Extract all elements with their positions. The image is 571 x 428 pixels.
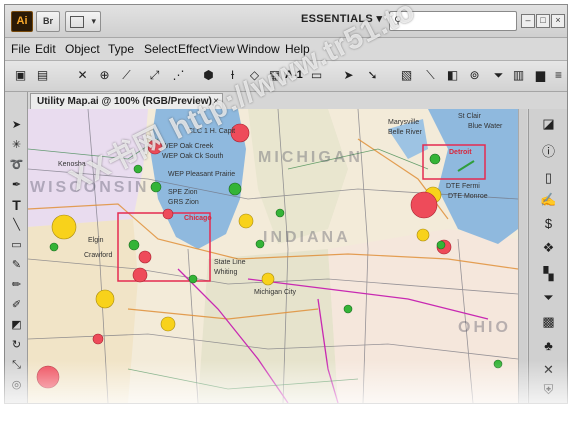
graphic-styles-icon[interactable]: ❖ bbox=[540, 239, 557, 256]
state-label-michigan: MICHIGAN bbox=[258, 149, 363, 166]
city-label-chicago: Chicago bbox=[184, 215, 212, 222]
type-tool-icon[interactable]: T bbox=[9, 198, 24, 213]
place-label: Belle River bbox=[388, 129, 422, 136]
arrange-documents-button[interactable]: ▾ bbox=[65, 11, 101, 32]
rotate-tool-icon[interactable]: ↻ bbox=[9, 338, 24, 353]
convert-anchor-icon[interactable]: ✕ bbox=[75, 68, 90, 83]
blob-brush-icon[interactable]: ✐ bbox=[9, 298, 24, 313]
symbols-icon[interactable]: $ bbox=[540, 215, 557, 232]
vertical-scrollbar[interactable] bbox=[518, 109, 527, 403]
menu-type[interactable]: Type bbox=[108, 42, 134, 56]
city-label-detroit: Detroit bbox=[449, 149, 472, 156]
funnel-icon[interactable]: ⏷ bbox=[491, 68, 506, 83]
cut-path-icon[interactable]: ⤢ bbox=[147, 68, 162, 83]
lasso-icon[interactable]: ➰ bbox=[9, 158, 24, 173]
selection-tool-icon[interactable]: ➤ bbox=[9, 118, 24, 133]
eraser-icon[interactable]: ◩ bbox=[9, 318, 24, 333]
paintbrush-icon[interactable]: ✎ bbox=[9, 258, 24, 273]
rectangle-tool-icon[interactable]: ▭ bbox=[9, 238, 24, 253]
place-label: Blue Water bbox=[468, 123, 503, 130]
application-bar: Ai Br ▾ ESSENTIALS ▾ ⚲ – □ × bbox=[5, 5, 567, 38]
place-label: Crawford bbox=[84, 252, 113, 259]
place-label: DTE Fermi bbox=[446, 183, 480, 190]
panel-menu-icon[interactable]: ≡ bbox=[551, 68, 566, 83]
menu-file[interactable]: File bbox=[11, 42, 30, 56]
place-label: Michigan City bbox=[254, 289, 297, 296]
handles-icon[interactable]: ⊕ bbox=[97, 68, 112, 83]
pen-tool-icon[interactable]: ✒ bbox=[9, 178, 24, 193]
minimize-button[interactable]: – bbox=[521, 14, 535, 28]
menu-select[interactable]: Select bbox=[144, 42, 177, 56]
club-icon[interactable]: ♣ bbox=[540, 337, 557, 354]
document-setup-icon[interactable]: ▣ bbox=[13, 68, 28, 83]
magic-wand-icon[interactable]: ✳ bbox=[9, 138, 24, 153]
panel-dock: ◪ ⓘ ▯ ✍ $ ❖ ▚ ⏷ ▩ ♣ ✕ ⛨ bbox=[528, 109, 567, 403]
grid-icon bbox=[70, 16, 84, 28]
menu-object[interactable]: Object bbox=[65, 42, 100, 56]
brushes-icon[interactable]: ✍ bbox=[540, 191, 557, 208]
pathfinder-icon[interactable]: ▩ bbox=[540, 313, 557, 330]
graph-icon[interactable]: ▥ bbox=[511, 68, 526, 83]
cursor-icon[interactable]: ➤ bbox=[341, 68, 356, 83]
place-label: Elgin bbox=[88, 237, 104, 244]
tools-panel: ➤ ✳ ➰ ✒ T ╲ ▭ ✎ ✏ ✐ ◩ ↻ ⤡ ◎ bbox=[5, 92, 28, 403]
state-label-ohio: OHIO bbox=[458, 319, 511, 336]
place-label: State Line bbox=[214, 259, 246, 266]
state-label-indiana: INDIANA bbox=[263, 229, 351, 246]
maximize-button[interactable]: □ bbox=[536, 14, 550, 28]
place-label: GRS Zion bbox=[168, 199, 199, 206]
zoom-icon[interactable]: ⊚ bbox=[467, 68, 482, 83]
transparency-icon[interactable]: ⏷ bbox=[540, 289, 557, 306]
arrow-tool-icon[interactable]: ➘ bbox=[365, 68, 380, 83]
anchor-point-icon[interactable]: ⋰ bbox=[171, 68, 186, 83]
show-handles-icon[interactable]: ⟋ bbox=[119, 68, 134, 83]
menu-view[interactable]: View bbox=[209, 42, 235, 56]
info-icon[interactable]: ⓘ bbox=[540, 143, 557, 160]
place-label: Whiting bbox=[214, 269, 238, 276]
illustrator-logo: Ai bbox=[11, 11, 33, 32]
place-label: St Clair bbox=[458, 113, 481, 120]
close-window-button[interactable]: × bbox=[551, 14, 565, 28]
histogram-icon[interactable]: ▆ bbox=[533, 68, 548, 83]
place-label: WEP Pleasant Prairie bbox=[168, 171, 236, 178]
bridge-button[interactable]: Br bbox=[36, 11, 60, 32]
eraser-icon[interactable]: ⟍ bbox=[423, 68, 438, 83]
image-icon[interactable]: ▧ bbox=[399, 68, 414, 83]
place-label: DTE Monroe bbox=[448, 193, 488, 200]
swatches-icon[interactable]: ▯ bbox=[540, 169, 557, 186]
bottom-reflection-fade bbox=[0, 360, 571, 428]
place-label: SPE Zion bbox=[168, 189, 198, 196]
menu-edit[interactable]: Edit bbox=[35, 42, 56, 56]
pencil-icon[interactable]: ✏ bbox=[9, 278, 24, 293]
color-panel-icon[interactable]: ◪ bbox=[540, 115, 557, 132]
chevron-down-icon: ▾ bbox=[91, 16, 96, 26]
place-label: Marysville bbox=[388, 119, 420, 126]
menu-effect[interactable]: Effect bbox=[178, 42, 208, 56]
preferences-icon[interactable]: ▤ bbox=[35, 68, 50, 83]
color-chip-icon[interactable]: ◧ bbox=[445, 68, 460, 83]
line-tool-icon[interactable]: ╲ bbox=[9, 218, 24, 233]
align-icon[interactable]: ▚ bbox=[540, 265, 557, 282]
place-label: WEP Oak Ck South bbox=[162, 153, 224, 160]
